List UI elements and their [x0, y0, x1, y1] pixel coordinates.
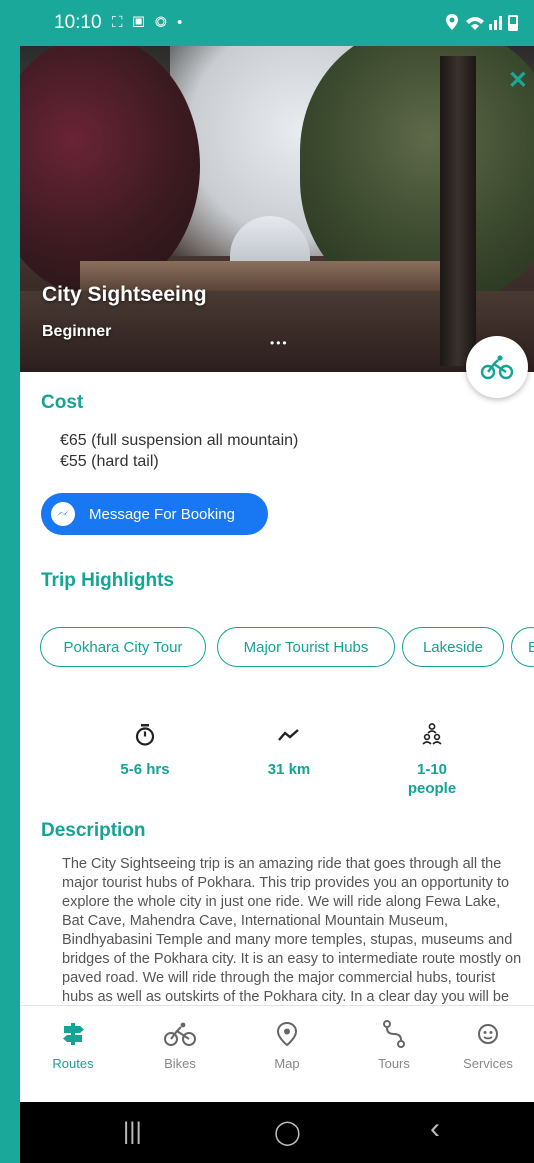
description-heading: Description	[41, 820, 146, 841]
location-wifi-signal-battery-icon	[446, 14, 518, 31]
message-for-booking-button[interactable]: Message For Booking	[41, 493, 268, 535]
nav-services[interactable]: Services	[443, 1018, 533, 1071]
nav-routes[interactable]: Routes	[28, 1018, 118, 1071]
nav-label: Bikes	[164, 1056, 196, 1071]
recents-button[interactable]: |||	[123, 1118, 142, 1146]
nav-bikes[interactable]: Bikes	[135, 1018, 225, 1071]
highlight-chip[interactable]: Lakeside	[402, 627, 504, 667]
highlight-chip[interactable]: Pokhara City Tour	[40, 627, 206, 667]
carousel-dots[interactable]: •••	[270, 336, 289, 350]
signpost-icon	[28, 1018, 118, 1050]
nav-label: Tours	[378, 1056, 410, 1071]
hero-tree-left	[20, 46, 200, 296]
map-pin-icon	[242, 1018, 332, 1050]
group-size-value: 1-10 people	[407, 761, 457, 797]
highlight-chip[interactable]: Major Tourist Hubs	[217, 627, 395, 667]
system-navigation-bar: ||| ◯ ‹	[20, 1102, 534, 1163]
route-title: City Sightseeing	[42, 283, 207, 306]
route-detail-screen: City Sightseeing Beginner ••• ✕ Cost €65…	[20, 46, 534, 1102]
bike-icon	[480, 355, 514, 380]
cost-heading: Cost	[41, 392, 84, 413]
back-button[interactable]: ‹	[430, 1112, 440, 1146]
hero-image[interactable]: City Sightseeing Beginner ••• ✕	[20, 46, 534, 372]
bottom-navigation: Routes Bikes Map Tours Services	[20, 1005, 534, 1102]
description-text: The City Sightseeing trip is an amazing …	[62, 856, 522, 1005]
trip-highlights-heading: Trip Highlights	[41, 570, 174, 591]
messenger-icon	[51, 502, 75, 526]
services-icon	[443, 1018, 533, 1050]
nav-label: Map	[274, 1056, 300, 1071]
difficulty-level: Beginner	[42, 323, 112, 340]
group-size-stat: 1-10 people	[377, 722, 487, 798]
distance-stat: 31 km	[234, 722, 344, 779]
highlight-chip[interactable]: B	[511, 627, 534, 667]
distance-value: 31 km	[267, 761, 311, 778]
hero-tree-trunk	[440, 56, 476, 366]
message-for-booking-label: Message For Booking	[89, 505, 235, 523]
status-time: 10:10	[54, 12, 102, 33]
system-status-icons	[444, 12, 524, 37]
bike-icon	[135, 1018, 225, 1050]
status-bar: 10:10 ⛶ ▣ ◎ •	[20, 0, 534, 46]
nav-label: Routes	[52, 1056, 94, 1071]
cost-line: €65 (full suspension all mountain)	[60, 432, 299, 449]
tours-icon	[349, 1018, 439, 1050]
nav-map[interactable]: Map	[242, 1018, 332, 1071]
home-button[interactable]: ◯	[274, 1118, 301, 1147]
duration-stat: 5-6 hrs	[90, 722, 200, 779]
nav-tours[interactable]: Tours	[349, 1018, 439, 1071]
group-icon	[377, 722, 487, 748]
cost-line: €55 (hard tail)	[60, 453, 159, 470]
notification-icons: ⛶ ▣ ◎ •	[112, 14, 186, 31]
nav-label: Services	[463, 1056, 513, 1071]
duration-value: 5-6 hrs	[120, 761, 170, 778]
screen-frame	[0, 0, 20, 1163]
route-icon	[234, 722, 344, 748]
timer-icon	[90, 722, 200, 748]
bike-fab-button[interactable]	[466, 336, 528, 398]
close-icon[interactable]: ✕	[508, 66, 528, 95]
